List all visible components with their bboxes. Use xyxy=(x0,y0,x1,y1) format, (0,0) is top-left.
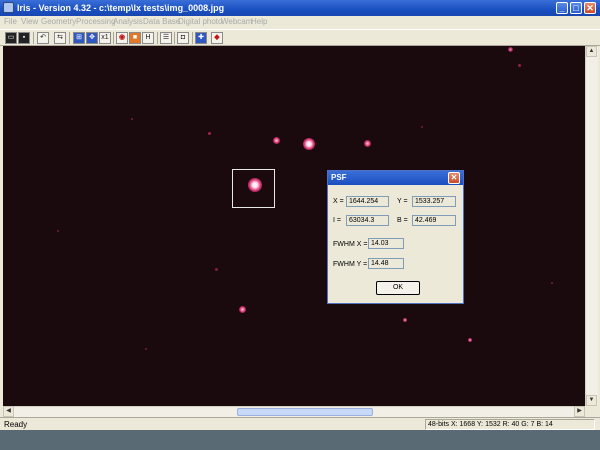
horizontal-scrollbar[interactable]: ◀ ▶ xyxy=(3,406,585,417)
color-icon[interactable]: ■ xyxy=(129,32,141,44)
star xyxy=(421,126,423,128)
save-icon[interactable]: ▪ xyxy=(18,32,30,44)
star xyxy=(208,132,211,135)
minimize-button[interactable]: _ xyxy=(556,2,568,14)
fwhm-y-value: 14.48 xyxy=(368,258,404,269)
i-value: 63034.3 xyxy=(346,215,389,226)
star xyxy=(215,268,218,271)
star xyxy=(468,338,472,342)
close-button[interactable]: ✕ xyxy=(584,2,596,14)
b-label: B = xyxy=(397,217,408,224)
window-title: Iris - Version 4.32 - c:\temp\lx tests\i… xyxy=(17,3,225,13)
star xyxy=(508,47,513,52)
move-icon[interactable]: ✥ xyxy=(86,32,98,44)
psf-title-bar[interactable]: PSF ✕ xyxy=(328,171,463,185)
scroll-left-icon[interactable]: ◀ xyxy=(3,406,14,417)
image-canvas[interactable] xyxy=(3,46,585,406)
load-icon[interactable]: ▭ xyxy=(5,32,17,44)
menu-digital-photo[interactable]: Digital photo xyxy=(178,17,222,27)
menu-data-base[interactable]: Data Base xyxy=(143,17,180,27)
toolbar-separator xyxy=(113,32,114,44)
b-value: 42.469 xyxy=(412,215,456,226)
x-label: X = xyxy=(333,198,344,205)
star xyxy=(131,118,133,120)
star xyxy=(551,282,553,284)
vertical-scrollbar[interactable]: ▲ ▼ xyxy=(585,46,598,406)
menu-processing[interactable]: Processing xyxy=(76,17,116,27)
scroll-right-icon[interactable]: ▶ xyxy=(574,406,585,417)
status-bar: Ready 48-bits X: 1668 Y: 1532 R: 40 G: 7… xyxy=(0,417,600,430)
ok-button[interactable]: OK xyxy=(376,281,420,295)
selection-box[interactable] xyxy=(232,169,275,208)
menu-view[interactable]: View xyxy=(21,17,38,27)
toolbar-separator xyxy=(174,32,175,44)
fwhm-x-label: FWHM X = xyxy=(333,241,368,248)
scroll-down-icon[interactable]: ▼ xyxy=(586,395,597,406)
status-ready: Ready xyxy=(4,420,28,429)
toolbar-separator xyxy=(192,32,193,44)
title-bar[interactable]: Iris - Version 4.32 - c:\temp\lx tests\i… xyxy=(0,0,600,16)
menu-help[interactable]: Help xyxy=(251,17,267,27)
y-value: 1533.257 xyxy=(412,196,456,207)
zoom-x1-button[interactable]: x1 xyxy=(99,32,111,44)
star xyxy=(57,230,59,232)
star xyxy=(273,137,280,144)
psf-title: PSF xyxy=(331,173,347,182)
psf-dialog: PSF ✕ X = 1644.254 Y = 1533.257 I = 6303… xyxy=(327,170,464,304)
crosshair-icon[interactable]: ✚ xyxy=(195,32,207,44)
menu-file[interactable]: File xyxy=(4,17,17,27)
undo-icon[interactable]: ↶ xyxy=(37,32,49,44)
psf-close-button[interactable]: ✕ xyxy=(448,172,460,184)
maximize-button[interactable]: □ xyxy=(570,2,582,14)
circle-icon[interactable]: ◉ xyxy=(116,32,128,44)
star xyxy=(303,138,315,150)
flip-icon[interactable]: ⇆ xyxy=(54,32,66,44)
histogram-icon[interactable]: H xyxy=(142,32,154,44)
menu-webcam[interactable]: Webcam xyxy=(221,17,252,27)
toolbar-separator xyxy=(69,32,70,44)
fwhm-y-label: FWHM Y = xyxy=(333,261,368,268)
y-label: Y = xyxy=(397,198,408,205)
pixel-info: 48-bits X: 1668 Y: 1532 R: 40 G: 7 B: 14 xyxy=(425,419,595,430)
menu-analysis[interactable]: Analysis xyxy=(113,17,143,27)
marker-icon[interactable]: ◆ xyxy=(211,32,223,44)
scroll-up-icon[interactable]: ▲ xyxy=(586,46,597,57)
app-icon xyxy=(3,2,14,13)
iris-window: Iris - Version 4.32 - c:\temp\lx tests\i… xyxy=(0,0,600,430)
i-label: I = xyxy=(333,217,341,224)
list-icon[interactable]: ☰ xyxy=(160,32,172,44)
star xyxy=(518,64,521,67)
star xyxy=(364,140,371,147)
star xyxy=(403,318,407,322)
horizontal-scroll-thumb[interactable] xyxy=(237,408,373,416)
star xyxy=(145,348,147,350)
star xyxy=(239,306,246,313)
grid-icon[interactable]: ⊞ xyxy=(73,32,85,44)
toolbar: ▭ ▪ ↶ ⇆ ⊞ ✥ x1 ◉ ■ H ☰ ◘ ✚ ◆ xyxy=(0,29,600,46)
taskbar xyxy=(0,430,600,450)
x-value: 1644.254 xyxy=(346,196,389,207)
fwhm-x-value: 14.03 xyxy=(368,238,404,249)
toolbar-separator xyxy=(157,32,158,44)
menu-bar: File View Geometry Processing Analysis D… xyxy=(0,16,600,28)
menu-geometry[interactable]: Geometry xyxy=(41,17,76,27)
toolbar-separator xyxy=(33,32,34,44)
camera-icon[interactable]: ◘ xyxy=(177,32,189,44)
